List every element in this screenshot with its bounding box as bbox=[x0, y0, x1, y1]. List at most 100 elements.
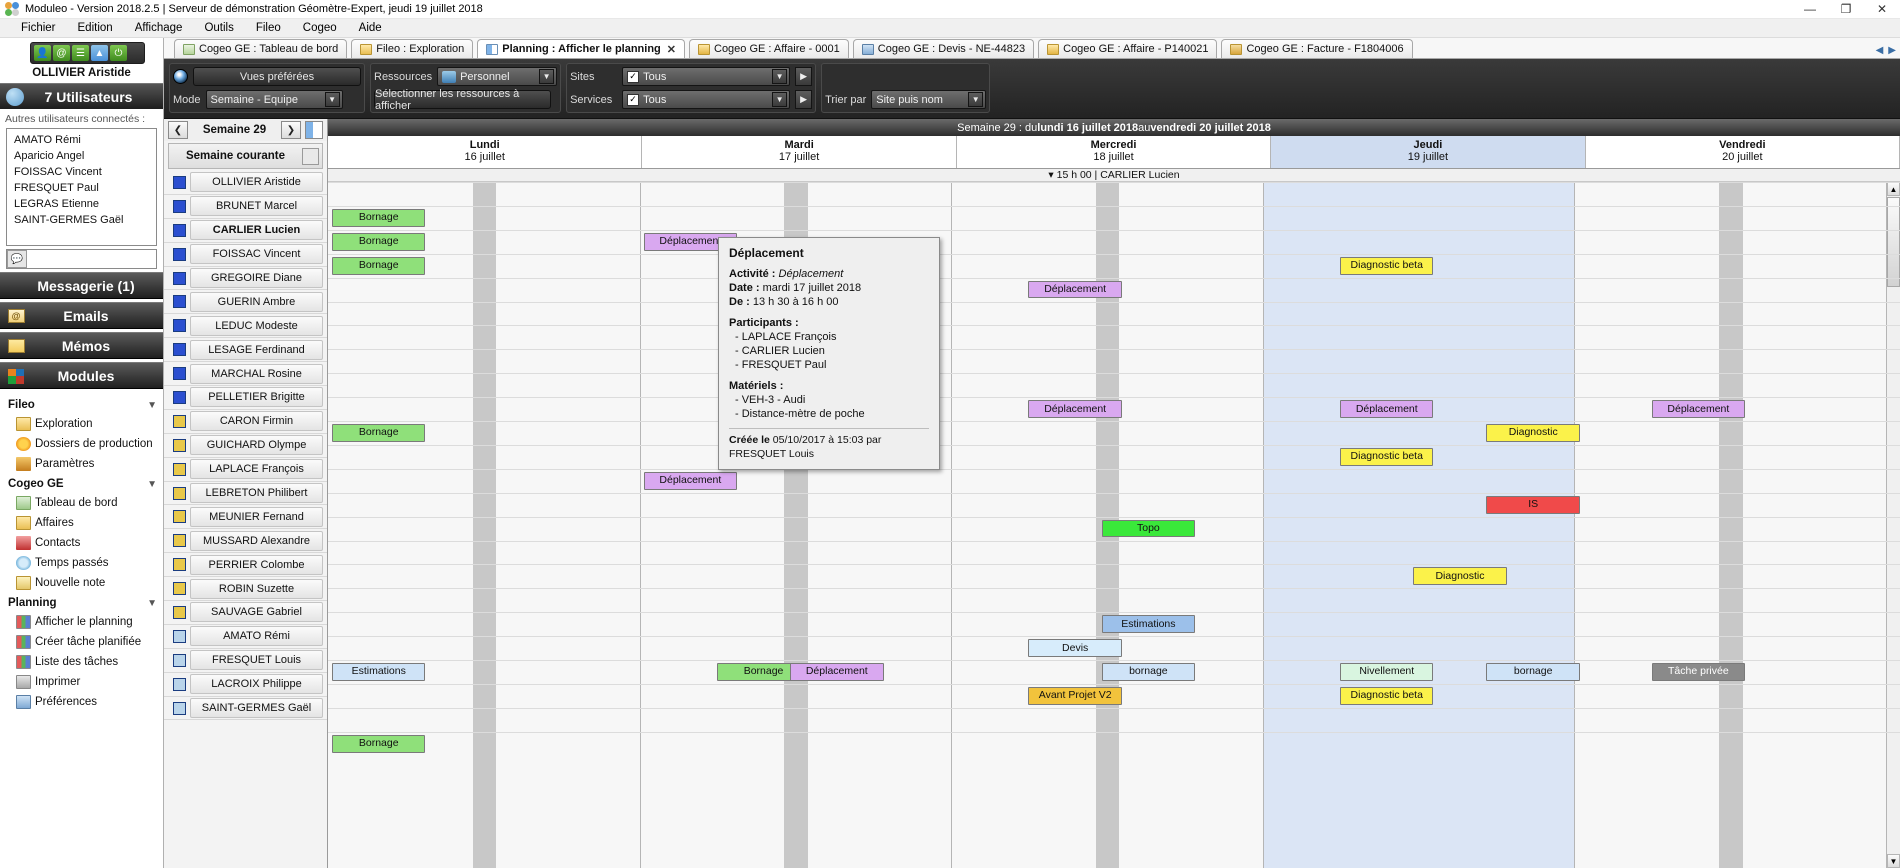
close-icon[interactable]: ✕ bbox=[667, 43, 676, 56]
sidebar-button-emails[interactable]: @ Emails bbox=[0, 302, 163, 329]
day-header-4[interactable]: Vendredi20 juillet bbox=[1586, 136, 1900, 168]
planning-event[interactable]: bornage bbox=[1102, 663, 1195, 681]
list-item[interactable]: AMATO Rémi bbox=[7, 132, 156, 148]
resource-row[interactable]: LAPLACE François bbox=[164, 458, 327, 482]
resource-row[interactable]: PELLETIER Brigitte bbox=[164, 386, 327, 410]
sidebar-item-liste-taches[interactable]: Liste des tâches bbox=[0, 652, 163, 672]
resource-row[interactable]: OLLIVIER Aristide bbox=[164, 171, 327, 195]
menu-item-affichage[interactable]: Affichage bbox=[124, 20, 194, 36]
day-header-0[interactable]: Lundi16 juillet bbox=[328, 136, 642, 168]
planning-event[interactable]: Topo bbox=[1102, 520, 1195, 538]
planning-event[interactable]: Bornage bbox=[332, 424, 425, 442]
tab-4[interactable]: Cogeo GE : Devis - NE-44823 bbox=[853, 39, 1034, 58]
preferred-views-button[interactable]: Vues préférées bbox=[193, 67, 361, 86]
resource-row[interactable]: BRUNET Marcel bbox=[164, 195, 327, 219]
chevron-down-icon[interactable]: ▼ bbox=[968, 92, 983, 107]
day-header-3[interactable]: Jeudi19 juillet bbox=[1271, 136, 1585, 168]
vertical-scrollbar[interactable]: ▲ ▼ bbox=[1886, 182, 1900, 868]
scrollbar-thumb[interactable] bbox=[1887, 197, 1900, 287]
checkbox-icon[interactable]: ✓ bbox=[627, 71, 639, 83]
sidebar-item-preferences[interactable]: Préférences bbox=[0, 692, 163, 712]
sidebar-item-parametres[interactable]: Paramètres bbox=[0, 454, 163, 474]
close-button[interactable]: ✕ bbox=[1864, 0, 1900, 19]
planning-event[interactable]: Déplacement bbox=[644, 472, 737, 490]
tab-6[interactable]: Cogeo GE : Facture - F1804006 bbox=[1221, 39, 1412, 58]
scroll-down-button[interactable]: ▼ bbox=[1887, 854, 1900, 868]
checkbox-icon[interactable]: ✓ bbox=[627, 94, 639, 106]
connected-users-list[interactable]: AMATO Rémi Aparicio Angel FOISSAC Vincen… bbox=[6, 128, 157, 246]
day-header-1[interactable]: Mardi17 juillet bbox=[642, 136, 956, 168]
planning-event[interactable]: Déplacement bbox=[790, 663, 883, 681]
list-item[interactable]: FRESQUET Paul bbox=[7, 180, 156, 196]
power-icon[interactable]: ⏻ bbox=[110, 45, 127, 61]
calendar-icon[interactable] bbox=[305, 121, 323, 139]
planning-event[interactable]: Avant Projet V2 bbox=[1028, 687, 1121, 705]
sort-select[interactable]: Site puis nom ▼ bbox=[871, 90, 986, 109]
previous-week-button[interactable]: ❮ bbox=[168, 121, 188, 139]
resource-row[interactable]: SAUVAGE Gabriel bbox=[164, 601, 327, 625]
resource-row[interactable]: LEDUC Modeste bbox=[164, 314, 327, 338]
maximize-button[interactable]: ❐ bbox=[1828, 0, 1864, 19]
sites-expand-button[interactable]: ▶ bbox=[795, 67, 812, 86]
planning-event[interactable]: Bornage bbox=[332, 233, 425, 251]
email-icon[interactable]: @ bbox=[53, 45, 70, 61]
chat-bubble-icon[interactable]: 💬 bbox=[7, 250, 27, 268]
sidebar-button-messagerie[interactable]: Messagerie (1) bbox=[0, 272, 163, 299]
module-group-cogeo-ge[interactable]: Cogeo GE ▼ bbox=[0, 474, 163, 493]
resource-row[interactable]: MEUNIER Fernand bbox=[164, 505, 327, 529]
resource-row[interactable]: FOISSAC Vincent bbox=[164, 243, 327, 267]
planning-event[interactable]: Déplacement bbox=[1652, 400, 1745, 418]
chevron-down-icon[interactable]: ▼ bbox=[539, 69, 554, 84]
resource-row[interactable]: MUSSARD Alexandre bbox=[164, 529, 327, 553]
list-item[interactable]: LEGRAS Etienne bbox=[7, 196, 156, 212]
scroll-left-icon[interactable]: ◀ bbox=[1876, 45, 1884, 56]
menu-item-aide[interactable]: Aide bbox=[348, 20, 393, 36]
menu-item-cogeo[interactable]: Cogeo bbox=[292, 20, 348, 36]
list-icon[interactable]: ☰ bbox=[72, 45, 89, 61]
resource-row[interactable]: LESAGE Ferdinand bbox=[164, 338, 327, 362]
sidebar-item-tableau-de-bord[interactable]: Tableau de bord bbox=[0, 493, 163, 513]
select-resources-button[interactable]: Sélectionner les ressources à afficher bbox=[374, 90, 551, 109]
resource-row[interactable]: ROBIN Suzette bbox=[164, 577, 327, 601]
resource-row[interactable]: GUERIN Ambre bbox=[164, 290, 327, 314]
planning-event[interactable]: Bornage bbox=[332, 257, 425, 275]
minimize-button[interactable]: — bbox=[1792, 0, 1828, 19]
tab-2[interactable]: Planning : Afficher le planning✕ bbox=[477, 39, 685, 58]
planning-event[interactable]: Bornage bbox=[332, 209, 425, 227]
planning-event[interactable]: Déplacement bbox=[1028, 400, 1121, 418]
scroll-up-button[interactable]: ▲ bbox=[1887, 182, 1900, 196]
tab-5[interactable]: Cogeo GE : Affaire - P140021 bbox=[1038, 39, 1217, 58]
sidebar-item-affaires[interactable]: Affaires bbox=[0, 513, 163, 533]
resources-select[interactable]: Personnel ▼ bbox=[437, 67, 557, 86]
day-header-2[interactable]: Mercredi18 juillet bbox=[957, 136, 1271, 168]
resource-row[interactable]: GUICHARD Olympe bbox=[164, 434, 327, 458]
planning-event[interactable]: Déplacement bbox=[1340, 400, 1433, 418]
tab-1[interactable]: Fileo : Exploration bbox=[351, 39, 473, 58]
user-profile-icon[interactable]: 👤 bbox=[34, 45, 51, 61]
services-select[interactable]: ✓ Tous ▼ bbox=[622, 90, 790, 109]
resource-row[interactable]: LACROIX Philippe bbox=[164, 673, 327, 697]
resource-row[interactable]: SAINT-GERMES Gaël bbox=[164, 697, 327, 721]
planning-grid[interactable]: ▲ ▼ BornageBornageBornageBornageEstimati… bbox=[328, 182, 1900, 868]
next-week-button[interactable]: ❯ bbox=[281, 121, 301, 139]
services-expand-button[interactable]: ▶ bbox=[795, 90, 812, 109]
tab-0[interactable]: Cogeo GE : Tableau de bord bbox=[174, 39, 347, 58]
chevron-down-icon[interactable]: ▼ bbox=[147, 598, 157, 609]
planning-event[interactable]: Tâche privée bbox=[1652, 663, 1745, 681]
current-week-button[interactable]: Semaine courante bbox=[168, 143, 323, 169]
chat-input-row[interactable]: 💬 bbox=[6, 249, 157, 269]
planning-event[interactable]: Diagnostic beta bbox=[1340, 448, 1433, 466]
planning-event[interactable]: Devis bbox=[1028, 639, 1121, 657]
tab-3[interactable]: Cogeo GE : Affaire - 0001 bbox=[689, 39, 849, 58]
sidebar-item-temps-passes[interactable]: Temps passés bbox=[0, 553, 163, 573]
sidebar-item-contacts[interactable]: Contacts bbox=[0, 533, 163, 553]
sites-select[interactable]: ✓ Tous ▼ bbox=[622, 67, 790, 86]
planning-event[interactable]: Diagnostic bbox=[1413, 567, 1506, 585]
chevron-down-icon[interactable]: ▼ bbox=[325, 92, 340, 107]
sidebar-item-imprimer[interactable]: Imprimer bbox=[0, 672, 163, 692]
resource-row[interactable]: AMATO Rémi bbox=[164, 625, 327, 649]
list-item[interactable]: FOISSAC Vincent bbox=[7, 164, 156, 180]
module-group-planning[interactable]: Planning ▼ bbox=[0, 593, 163, 612]
resource-row[interactable]: GREGOIRE Diane bbox=[164, 267, 327, 291]
planning-event[interactable]: Diagnostic beta bbox=[1340, 257, 1433, 275]
